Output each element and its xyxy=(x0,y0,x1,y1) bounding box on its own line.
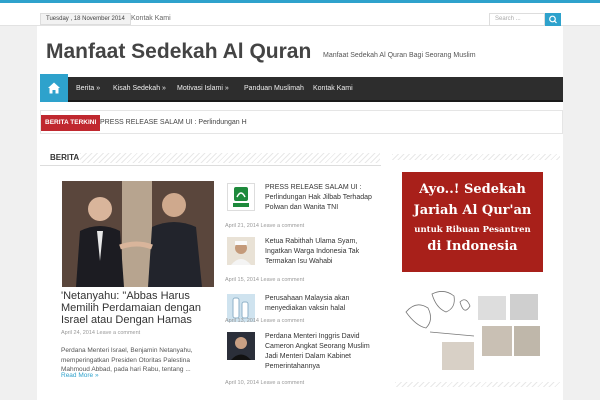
nav-item-kisah-sedekah[interactable]: Kisah Sedekah » xyxy=(113,77,166,100)
nav-item-berita[interactable]: Berita » xyxy=(76,77,100,100)
ad-line-3: untuk Ribuan Pesantren xyxy=(414,225,531,235)
main-post-photo xyxy=(62,181,214,287)
news-ticker: BERITA TERKINI PRESS RELEASE SALAM UI : … xyxy=(40,110,563,134)
search-button[interactable] xyxy=(545,13,561,26)
side-post-meta: April 15, 2014 Leave a comment xyxy=(225,277,305,283)
read-more-link[interactable]: Read More » xyxy=(61,372,99,379)
nav-item-motivasi-islami[interactable]: Motivasi Islami » xyxy=(177,77,229,100)
main-post-meta: April 24, 2014 Leave a comment xyxy=(61,330,141,336)
site-tagline: Manfaat Sedekah Al Quran Bagi Seorang Mu… xyxy=(323,52,476,59)
nav-item-kontak-kami[interactable]: Kontak Kami xyxy=(313,77,353,100)
side-post-thumb[interactable] xyxy=(227,237,255,265)
side-post-photo xyxy=(231,241,251,265)
side-post-title[interactable]: Perusahaan Malaysia akan menyediakan vak… xyxy=(265,294,377,314)
home-button[interactable] xyxy=(40,74,68,102)
section-title: BERITA xyxy=(50,153,80,162)
ticker-label: BERITA TERKINI xyxy=(41,115,101,131)
side-post-meta: April 13, 2014 Leave a comment xyxy=(225,318,305,324)
sidebar-stripes xyxy=(392,154,560,160)
section-header: BERITA xyxy=(40,150,381,166)
ad-red-panel: Ayo..! Sedekah Jariah Al Qur'an untuk Ri… xyxy=(402,172,543,272)
site-title[interactable]: Manfaat Sedekah Al Quran xyxy=(46,39,311,65)
main-post-image[interactable] xyxy=(62,181,214,287)
side-post-title[interactable]: PRESS RELEASE SALAM UI : Perlindungan Ha… xyxy=(265,183,377,213)
main-post-title[interactable]: 'Netanyahu: "Abbas Harus Memilih Perdama… xyxy=(61,290,221,326)
main-nav: Berita » Kisah Sedekah » Motivasi Islami… xyxy=(40,74,563,102)
ad-line-4: di Indonesia xyxy=(427,239,518,254)
sidebar-ad-banner[interactable]: Ayo..! Sedekah Jariah Al Qur'an untuk Ri… xyxy=(402,172,543,392)
section-stripes xyxy=(80,153,380,163)
main-post-excerpt: Perdana Menteri Israel, Benjamin Netanya… xyxy=(61,347,193,373)
salam-logo-icon xyxy=(233,187,249,207)
side-post-title[interactable]: Ketua Rabithah Ulama Syam, Ingatkan Warg… xyxy=(265,237,377,267)
page-container: Manfaat Sedekah Al Quran Manfaat Sedekah… xyxy=(37,26,563,400)
indonesia-map-icon xyxy=(405,291,540,370)
side-post-thumb[interactable] xyxy=(227,332,255,360)
ad-line-2: Jariah Al Qur'an xyxy=(413,203,532,218)
side-post-meta: April 21, 2014 Leave a comment xyxy=(225,223,305,229)
side-post-title[interactable]: Perdana Menteri Inggris David Cameron An… xyxy=(265,332,377,372)
ad-line-1: Ayo..! Sedekah xyxy=(419,182,526,197)
ticker-text[interactable]: PRESS RELEASE SALAM UI : Perlindungan H xyxy=(100,115,247,131)
side-post-meta: April 10, 2014 Leave a comment xyxy=(225,380,305,386)
search-input[interactable]: Search ... xyxy=(489,13,545,26)
date-display: Tuesday , 18 November 2014 xyxy=(40,13,131,25)
top-bar: Tuesday , 18 November 2014 Kontak Kami S… xyxy=(0,0,600,26)
sidebar-bottom-stripes xyxy=(395,382,560,387)
ad-map-panel xyxy=(402,272,543,392)
nav-item-panduan-muslimah[interactable]: Panduan Muslimah xyxy=(244,77,304,100)
home-icon xyxy=(48,82,60,94)
side-post-thumb[interactable] xyxy=(227,183,255,211)
side-post-photo xyxy=(231,337,251,360)
top-link-contact[interactable]: Kontak Kami xyxy=(131,13,171,25)
search-icon xyxy=(549,15,557,24)
